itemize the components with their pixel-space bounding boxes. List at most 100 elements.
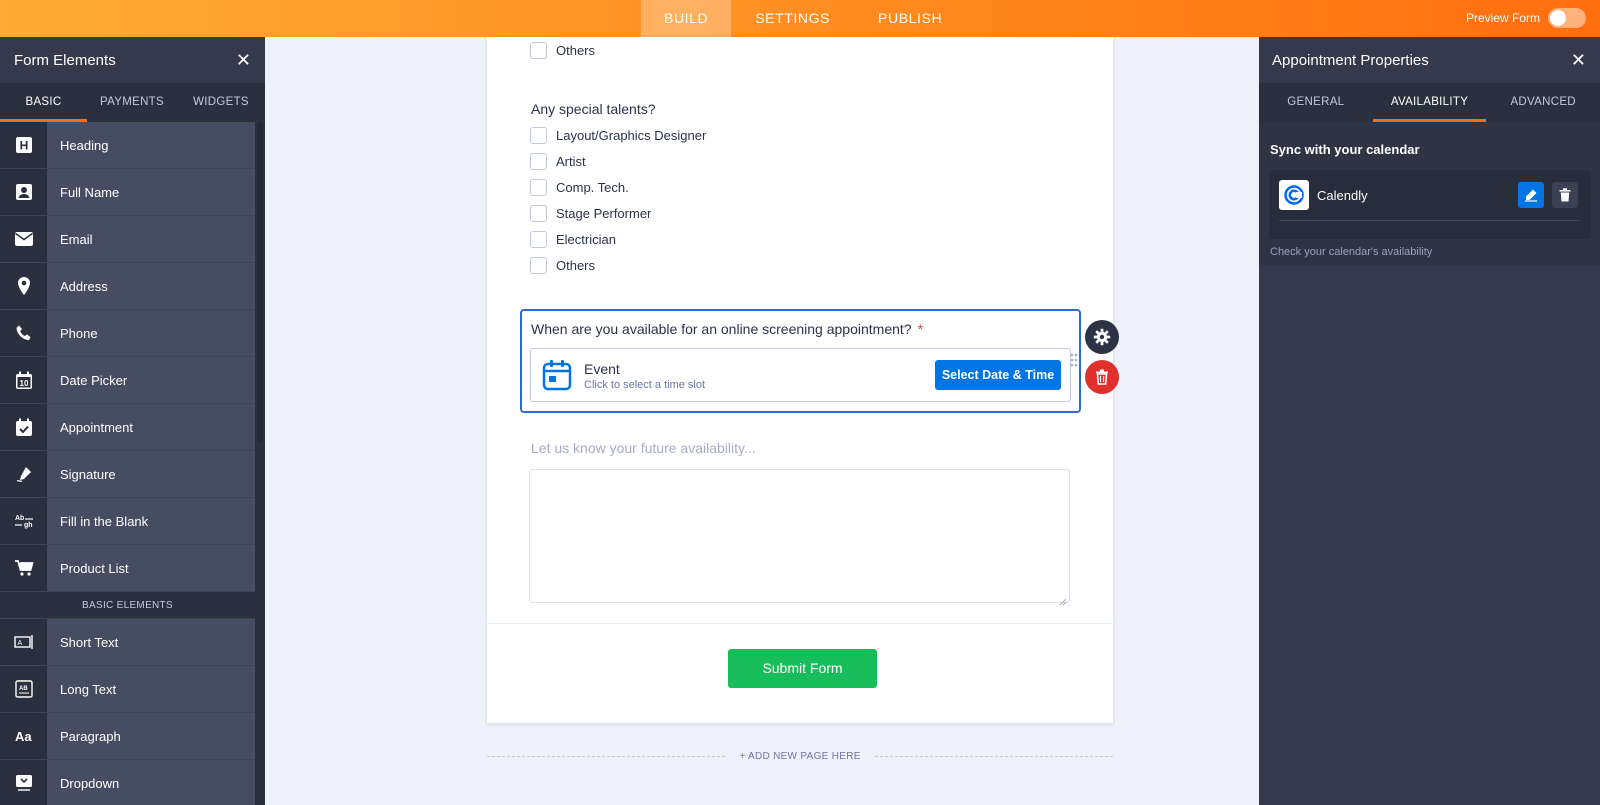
delete-field-button[interactable]: [1085, 360, 1119, 394]
checkbox[interactable]: [530, 205, 547, 222]
element-label: Paragraph: [47, 713, 255, 759]
tab-general[interactable]: GENERAL: [1259, 83, 1373, 122]
element-paragraph[interactable]: Aa Paragraph: [0, 713, 255, 760]
element-short-text[interactable]: A Short Text: [0, 619, 255, 666]
drag-handle-icon[interactable]: [1070, 353, 1078, 367]
future-availability-label: Let us know your future availability...: [531, 440, 756, 456]
checkbox-label: Electrician: [556, 232, 616, 247]
checkbox[interactable]: [530, 231, 547, 248]
tab-build[interactable]: BUILD: [641, 0, 732, 37]
element-signature[interactable]: Signature: [0, 451, 255, 498]
tab-availability[interactable]: AVAILABILITY: [1372, 83, 1487, 122]
element-appointment[interactable]: Appointment: [0, 404, 255, 451]
add-new-page[interactable]: + ADD NEW PAGE HERE: [487, 749, 1113, 763]
element-tabs: BASIC PAYMENTS WIDGETS: [0, 83, 265, 122]
tab-basic[interactable]: BASIC: [0, 83, 87, 122]
add-new-page-label[interactable]: + ADD NEW PAGE HERE: [725, 751, 874, 762]
sync-title: Sync with your calendar: [1270, 142, 1420, 157]
close-icon[interactable]: ✕: [236, 51, 251, 69]
fill-blank-icon: Ab gh: [0, 498, 47, 544]
checkbox-label: Layout/Graphics Designer: [556, 128, 707, 143]
submit-form-button[interactable]: Submit Form: [728, 649, 877, 688]
form-canvas: Others Any special talents? Layout/Graph…: [487, 37, 1113, 723]
element-email[interactable]: Email: [0, 216, 255, 263]
properties-header: Appointment Properties ✕: [1259, 37, 1600, 83]
form-elements-title: Form Elements: [14, 51, 116, 69]
checkbox-label: Others: [556, 258, 596, 273]
checkbox-option[interactable]: Layout/Graphics Designer: [530, 127, 706, 144]
dashed-line: [487, 755, 726, 757]
checkbox-option[interactable]: Electrician: [530, 231, 616, 248]
checkbox-option[interactable]: Others: [530, 257, 595, 274]
required-mark: *: [917, 321, 924, 337]
element-product-list[interactable]: Product List: [0, 545, 255, 592]
trash-icon: [1096, 369, 1108, 385]
top-nav: BUILD SETTINGS PUBLISH: [641, 0, 966, 37]
element-heading[interactable]: H Heading: [0, 122, 255, 169]
element-date-picker[interactable]: 10 Date Picker: [0, 357, 255, 404]
question-text: When are you available for an online scr…: [531, 321, 912, 337]
element-label: Heading: [47, 122, 255, 168]
svg-text:AB: AB: [19, 686, 28, 692]
form-elements-header: Form Elements ✕: [0, 37, 265, 83]
event-card[interactable]: Event Click to select a time slot Select…: [530, 348, 1078, 402]
remove-calendar-button[interactable]: [1552, 182, 1578, 208]
calendar-icon: 10: [0, 357, 47, 403]
pencil-icon: [1525, 189, 1537, 202]
element-full-name[interactable]: Full Name: [0, 169, 255, 216]
element-address[interactable]: Address: [0, 263, 255, 310]
tab-advanced[interactable]: ADVANCED: [1486, 83, 1600, 122]
calendar-name: Calendly: [1317, 188, 1368, 203]
event-title: Event: [584, 361, 620, 377]
tab-settings[interactable]: SETTINGS: [731, 0, 854, 37]
checkbox[interactable]: [530, 179, 547, 196]
checkbox[interactable]: [530, 42, 547, 59]
checkbox[interactable]: [530, 153, 547, 170]
dashed-line: [874, 755, 1113, 757]
checkbox-label: Stage Performer: [556, 206, 652, 221]
calendar-hint: Check your calendar's availability: [1270, 246, 1433, 258]
calendar-sync-section: Sync with your calendar Calendly Check y…: [1259, 122, 1600, 265]
trash-icon: [1559, 188, 1571, 202]
form-elements-panel: Form Elements ✕ BASIC PAYMENTS WIDGETS H…: [0, 37, 265, 805]
element-label: Long Text: [47, 666, 255, 712]
resize-handle-icon[interactable]: [1059, 592, 1067, 606]
svg-text:gh: gh: [24, 522, 33, 529]
calendar-card: Calendly: [1270, 170, 1591, 239]
preview-form-label: Preview Form: [1465, 11, 1540, 25]
svg-text:Ab: Ab: [15, 515, 24, 522]
pen-icon: [0, 451, 47, 497]
section-basic-elements: BASIC ELEMENTS: [0, 592, 255, 619]
element-long-text[interactable]: AB Long Text: [0, 666, 255, 713]
tab-payments[interactable]: PAYMENTS: [87, 83, 177, 122]
tab-widgets[interactable]: WIDGETS: [177, 83, 265, 122]
element-dropdown[interactable]: Dropdown: [0, 760, 255, 805]
properties-title: Appointment Properties: [1272, 51, 1429, 69]
appointment-field[interactable]: When are you available for an online scr…: [520, 309, 1081, 413]
element-label: Address: [47, 263, 255, 309]
element-fill-in-the-blank[interactable]: Ab gh Fill in the Blank: [0, 498, 255, 545]
close-icon[interactable]: ✕: [1571, 51, 1586, 69]
tab-publish[interactable]: PUBLISH: [854, 0, 966, 37]
select-date-time-button[interactable]: Select Date & Time: [935, 360, 1061, 390]
edit-calendar-button[interactable]: [1518, 182, 1544, 208]
element-phone[interactable]: Phone: [0, 310, 255, 357]
scrollbar-thumb[interactable]: [257, 122, 263, 442]
checkbox[interactable]: [530, 127, 547, 144]
checkbox[interactable]: [530, 257, 547, 274]
properties-tabs: GENERAL AVAILABILITY ADVANCED: [1259, 83, 1600, 122]
gear-icon: [1093, 328, 1111, 346]
phone-icon: [0, 310, 47, 356]
preview-form-toggle[interactable]: [1548, 8, 1586, 28]
future-availability-textarea[interactable]: [529, 469, 1070, 606]
checkbox-option[interactable]: Stage Performer: [530, 205, 651, 222]
checkbox-option[interactable]: Artist: [530, 153, 586, 170]
user-card-icon: [0, 169, 47, 215]
dropdown-icon: [0, 760, 47, 805]
scrollbar[interactable]: [255, 122, 265, 805]
field-settings-button[interactable]: [1085, 320, 1119, 354]
element-label: Signature: [47, 451, 255, 497]
checkbox-option[interactable]: Others: [530, 42, 595, 59]
element-label: Product List: [47, 545, 255, 591]
checkbox-option[interactable]: Comp. Tech.: [530, 179, 629, 196]
